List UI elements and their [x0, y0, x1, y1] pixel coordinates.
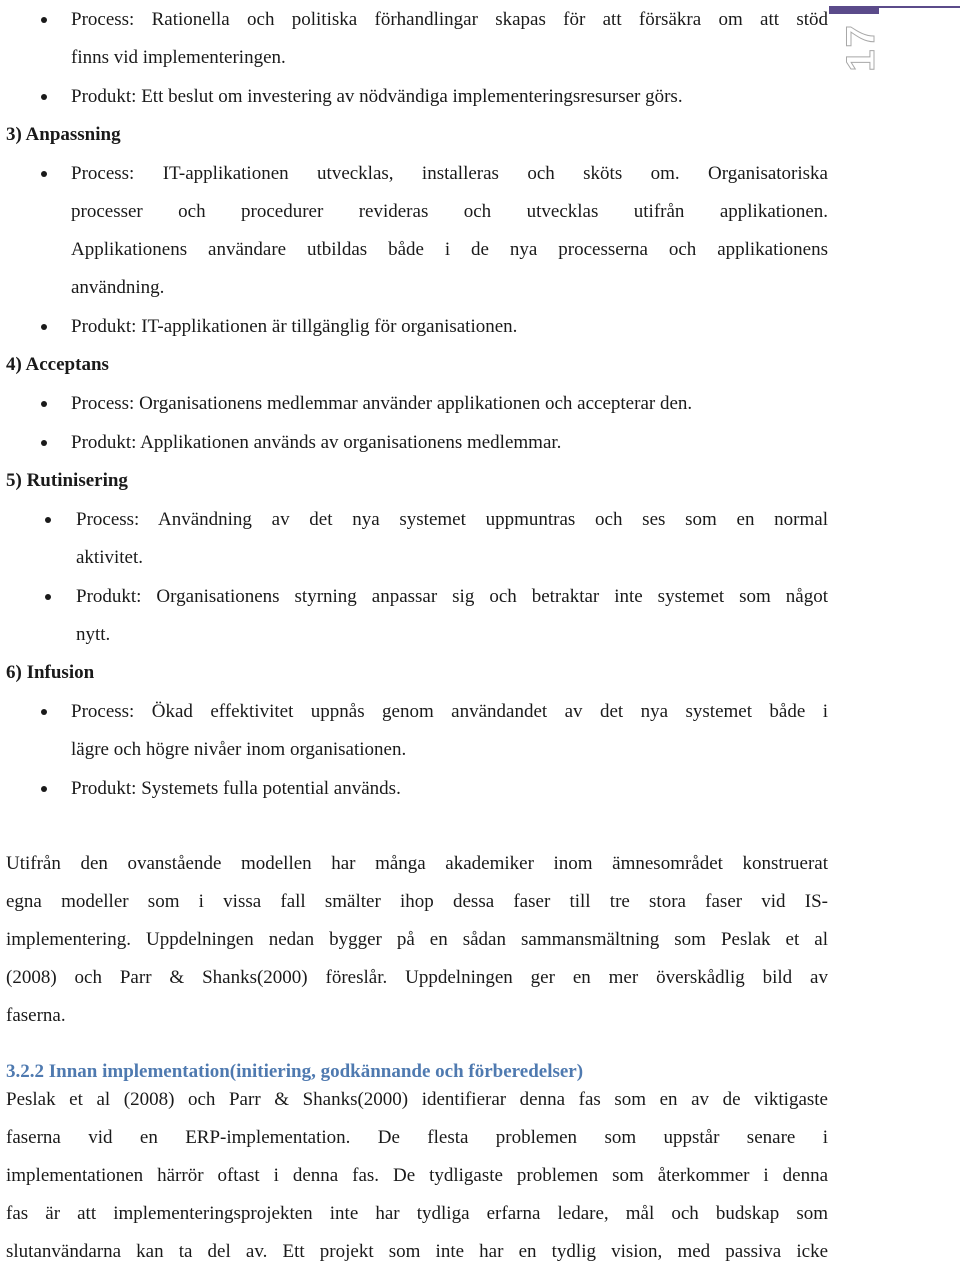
list-item-line: Process: Ökad effektivitet uppnås genom …	[71, 701, 828, 722]
list-item-line: aktivitet.	[76, 547, 144, 568]
paragraph-line: Peslak et al (2008) och Parr & Shanks(20…	[6, 1089, 828, 1110]
list-item-line: Produkt: Systemets fulla potential använ…	[71, 778, 401, 799]
bullet-icon	[41, 440, 47, 446]
bullet-icon	[41, 401, 47, 407]
section-heading: 3) Anpassning	[6, 124, 121, 145]
list-item-line: Produkt: IT-applikationen är tillgänglig…	[71, 316, 518, 337]
list-item-line: Applikationens användare utbildas både i…	[71, 239, 828, 260]
list-item-line: Produkt: Ett beslut om investering av nö…	[71, 86, 683, 107]
paragraph-line: faserna.	[6, 1005, 66, 1026]
page-number-text: 17	[838, 22, 883, 72]
page-number: 17	[836, 22, 886, 72]
paragraph-line: implementationen härrör oftast i denna f…	[6, 1165, 828, 1186]
list-item-line: Process: Organisationens medlemmar använ…	[71, 393, 693, 414]
bullet-icon	[41, 17, 47, 23]
list-item-line: Produkt: Organisationens styrning anpass…	[76, 586, 828, 607]
bullet-icon	[41, 786, 47, 792]
bullet-icon	[45, 594, 51, 600]
bullet-icon	[45, 517, 51, 523]
list-item-line: Process: IT-applikationen utvecklas, ins…	[71, 163, 828, 184]
section-heading: 6) Infusion	[6, 662, 95, 683]
list-item-line: lägre och högre nivåer inom organisation…	[71, 739, 407, 760]
list-item-line: processer och procedurer revideras och u…	[71, 201, 828, 222]
list-item-line: finns vid implementeringen.	[71, 47, 286, 68]
paragraph-line: faserna vid en ERP-implementation. De fl…	[6, 1127, 828, 1148]
list-item-line: användning.	[71, 277, 165, 298]
section-heading: 5) Rutinisering	[6, 470, 128, 491]
bullet-icon	[41, 324, 47, 330]
page-number-rule-accent	[829, 6, 879, 14]
subsection-heading: 3.2.2 Innan implementation(initiering, g…	[6, 1061, 584, 1082]
list-item-line: Produkt: Applikationen används av organi…	[71, 432, 562, 453]
paragraph-line: Utifrån den ovanstående modellen har mån…	[6, 853, 828, 874]
document-page: 17 Process: Rationella och politiska för…	[0, 0, 960, 1264]
bullet-icon	[41, 709, 47, 715]
paragraph-line: implementering. Uppdelningen nedan bygge…	[6, 929, 828, 950]
paragraph-line: fas är att implementeringsprojekten inte…	[6, 1203, 828, 1224]
section-heading: 4) Acceptans	[6, 354, 109, 375]
bullet-icon	[41, 94, 47, 100]
bullet-icon	[41, 171, 47, 177]
list-item-line: Process: Rationella och politiska förhan…	[71, 9, 828, 30]
list-item-line: nytt.	[76, 624, 111, 645]
paragraph-line: slutanvändarna kan ta del av. Ett projek…	[6, 1241, 828, 1262]
paragraph-line: (2008) och Parr & Shanks(2000) föreslår.…	[6, 967, 828, 988]
paragraph-line: egna modeller som i vissa fall smälter i…	[6, 891, 828, 912]
list-item-line: Process: Användning av det nya systemet …	[76, 509, 828, 530]
